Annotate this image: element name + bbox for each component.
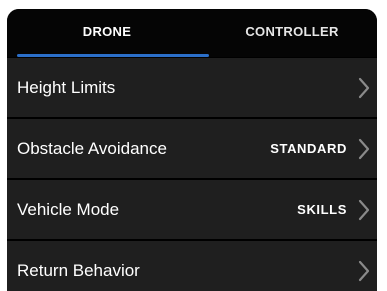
- selected-tab-indicator: [17, 54, 209, 57]
- chevron-right-icon: [357, 199, 371, 221]
- setting-value: STANDARD: [270, 141, 347, 156]
- tab-controller[interactable]: CONTROLLER: [207, 9, 377, 57]
- setting-label: Obstacle Avoidance: [17, 139, 167, 158]
- setting-height-limits[interactable]: Height Limits: [7, 58, 377, 117]
- setting-vehicle-mode[interactable]: Vehicle Mode SKILLS: [7, 180, 377, 239]
- tab-drone[interactable]: DRONE: [7, 9, 207, 57]
- setting-return-behavior[interactable]: Return Behavior: [7, 241, 377, 291]
- setting-obstacle-avoidance[interactable]: Obstacle Avoidance STANDARD: [7, 119, 377, 178]
- setting-value: SKILLS: [297, 202, 347, 217]
- settings-list: Height Limits Obstacle Avoidance STANDAR…: [7, 58, 377, 291]
- settings-panel: DRONE CONTROLLER Height Limits Obstacle …: [7, 9, 377, 291]
- chevron-right-icon: [357, 138, 371, 160]
- setting-label: Vehicle Mode: [17, 200, 120, 219]
- chevron-right-icon: [357, 260, 371, 282]
- chevron-right-icon: [357, 77, 371, 99]
- setting-label: Height Limits: [17, 78, 116, 97]
- setting-label: Return Behavior: [17, 261, 140, 280]
- tab-bar: DRONE CONTROLLER: [7, 9, 377, 57]
